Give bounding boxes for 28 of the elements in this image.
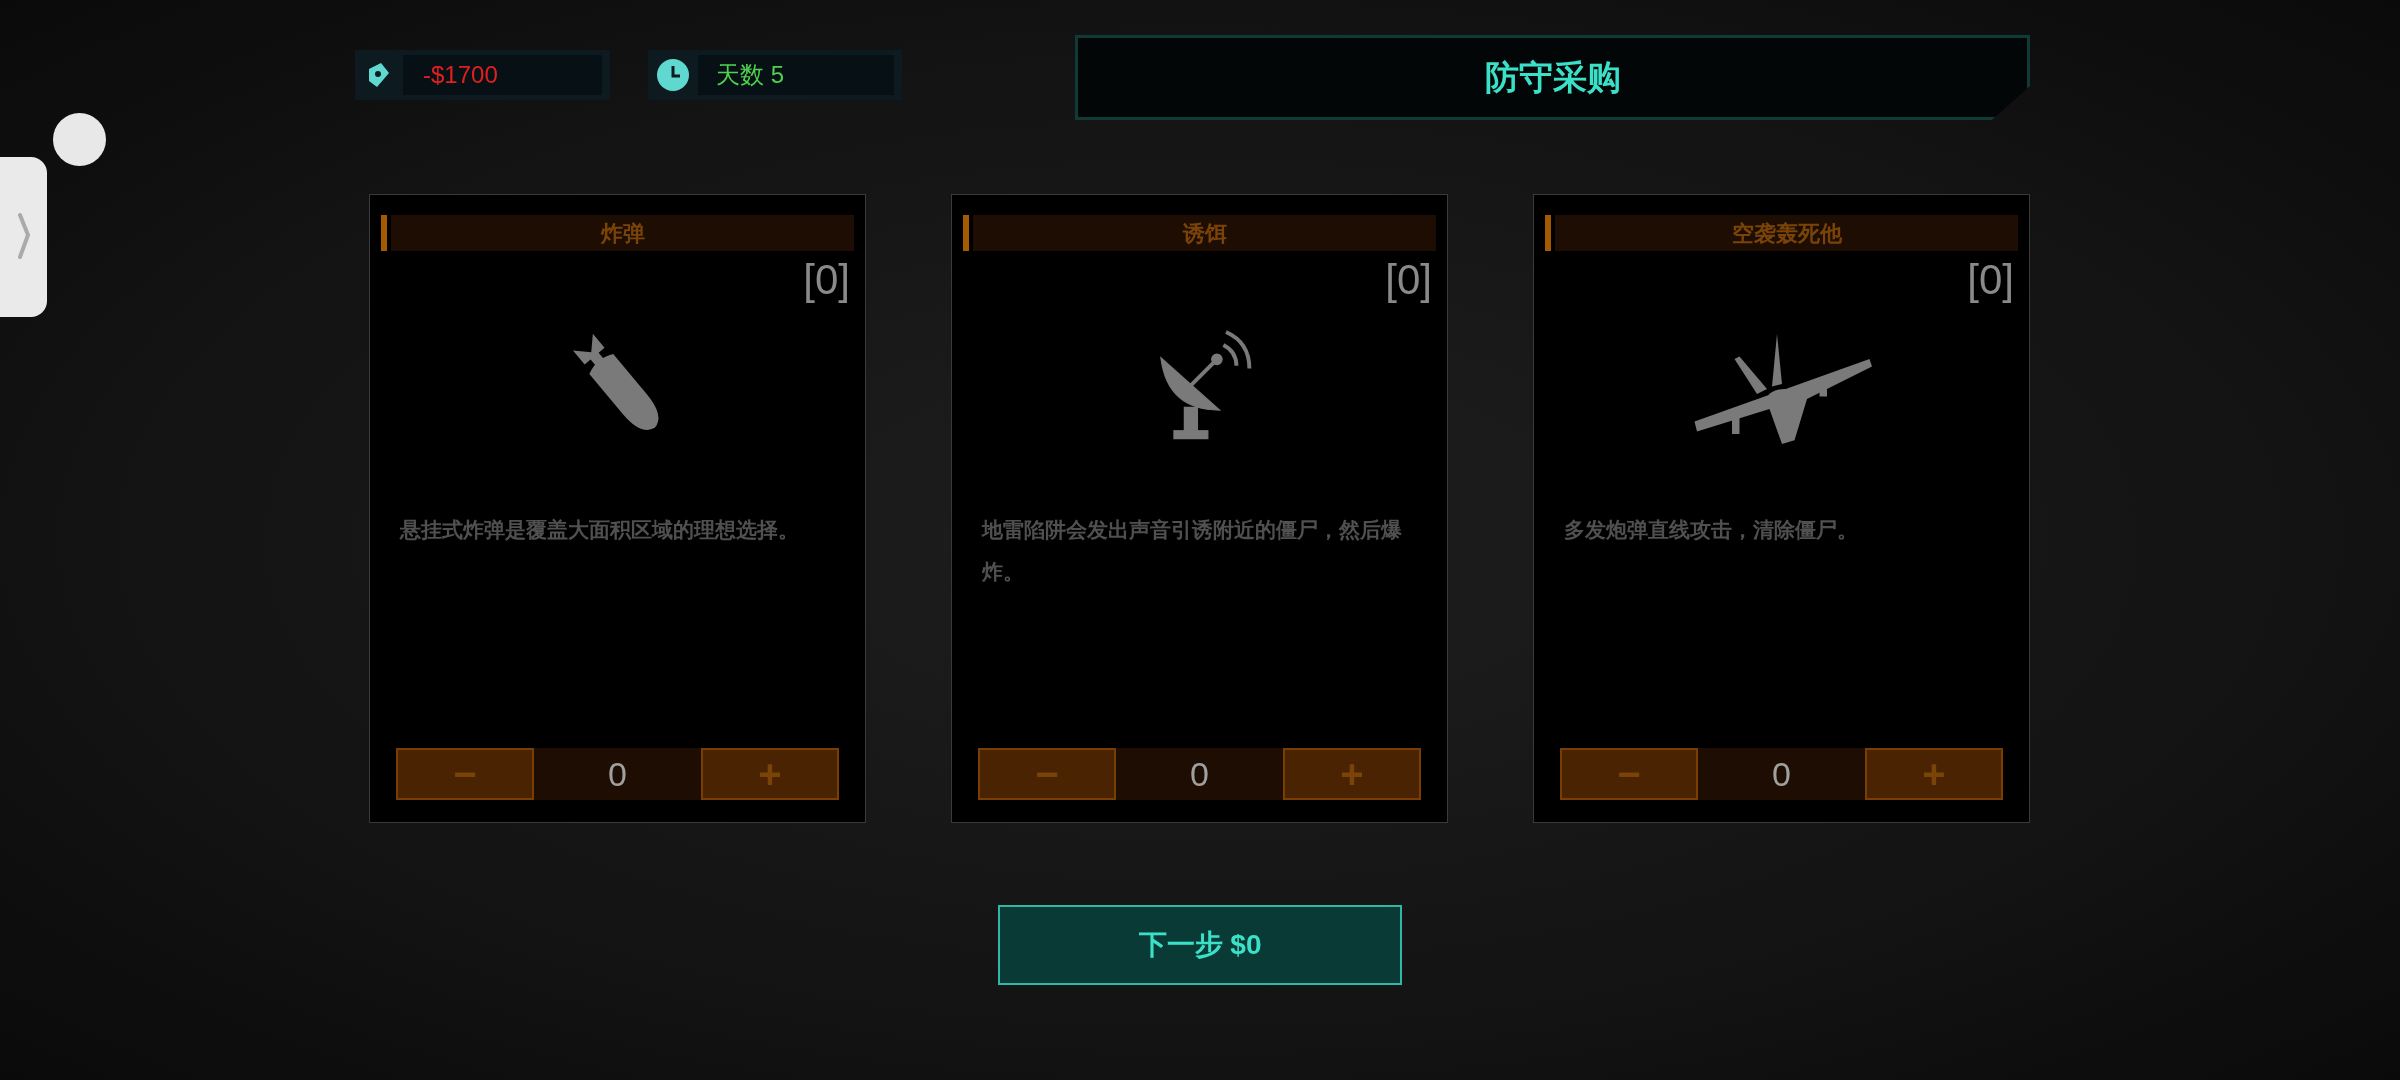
owned-count: [0] (1967, 259, 2014, 301)
quantity-value: 0 (1116, 748, 1283, 800)
money-value: -$1700 (403, 55, 602, 95)
next-step-button[interactable]: 下一步 $0 (998, 905, 1402, 985)
decrease-button[interactable]: − (1560, 748, 1698, 800)
item-description: 多发炮弹直线攻击，清除僵尸。 (1563, 517, 1859, 543)
chevron-right-icon (16, 213, 31, 261)
accent-bar (1545, 215, 1551, 251)
card-title: 炸弹 (391, 215, 854, 251)
quantity-value: 0 (534, 748, 701, 800)
accent-bar (381, 215, 387, 251)
clock-icon (656, 58, 690, 92)
increase-button[interactable]: + (1283, 748, 1421, 800)
card-title: 诱饵 (973, 215, 1436, 251)
decrease-button[interactable]: − (396, 748, 534, 800)
accent-bar (963, 215, 969, 251)
quantity-value: 0 (1698, 748, 1865, 800)
item-description: 悬挂式炸弹是覆盖大面积区域的理想选择。 (398, 517, 800, 543)
owned-count: [0] (1385, 259, 1432, 301)
increase-button[interactable]: + (1865, 748, 2003, 800)
day-counter: 天数 5 (698, 55, 894, 95)
side-drawer-tab[interactable] (0, 157, 47, 317)
owned-count: [0] (803, 259, 850, 301)
decrease-button[interactable]: − (978, 748, 1116, 800)
card-title: 空袭轰死他 (1555, 215, 2018, 251)
item-description: 地雷陷阱会发出声音引诱附近的僵尸，然后爆炸。 (980, 517, 1403, 585)
page-title: 防守采购 (1075, 35, 2030, 120)
increase-button[interactable]: + (701, 748, 839, 800)
